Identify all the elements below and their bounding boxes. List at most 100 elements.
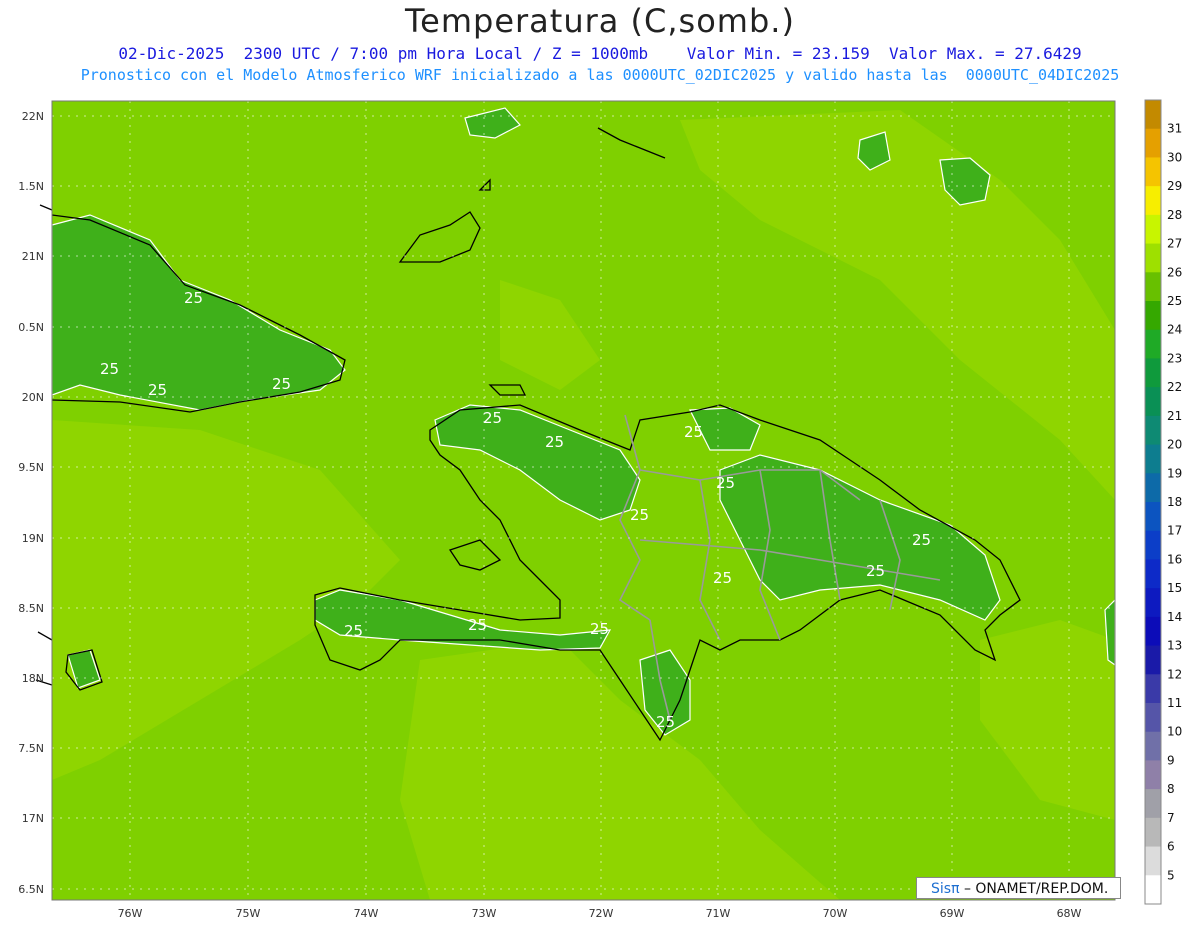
- colorbar-swatch: [1145, 444, 1161, 474]
- colorbar-swatch: [1145, 875, 1161, 905]
- contour-label: 25: [713, 569, 732, 587]
- colorbar-swatch: [1145, 157, 1161, 187]
- contour-label: 25: [630, 506, 649, 524]
- contour-label: 25: [866, 562, 885, 580]
- lat-label: 20N: [22, 391, 44, 404]
- contour-label: 25: [684, 423, 703, 441]
- colorbar-label: 19: [1167, 466, 1182, 480]
- colorbar-swatch: [1145, 588, 1161, 618]
- colorbar-label: 21: [1167, 409, 1182, 423]
- lat-label: 21N: [22, 250, 44, 263]
- lon-label: 75W: [236, 907, 261, 920]
- colorbar-label: 11: [1167, 696, 1182, 710]
- colorbar-swatch: [1145, 473, 1161, 503]
- credit-badge: Sisπ – ONAMET/REP.DOM.: [916, 877, 1121, 899]
- lat-label: 8.5N: [18, 602, 44, 615]
- lon-label: 74W: [354, 907, 379, 920]
- lat-label: 19N: [22, 532, 44, 545]
- colorbar-label: 17: [1167, 524, 1182, 538]
- colorbar-swatch: [1145, 645, 1161, 675]
- colorbar-swatch: [1145, 559, 1161, 589]
- colorbar-swatch: [1145, 358, 1161, 388]
- colorbar-label: 31: [1167, 122, 1182, 136]
- lon-label: 68W: [1057, 907, 1082, 920]
- colorbar-swatch: [1145, 817, 1161, 848]
- lat-label: 17N: [22, 812, 44, 825]
- colorbar-label: 25: [1167, 294, 1182, 308]
- credit-text: – ONAMET/REP.DOM.: [963, 881, 1109, 897]
- colorbar-swatch: [1145, 846, 1161, 876]
- colorbar-swatch: [1145, 703, 1161, 733]
- colorbar-label: 5: [1167, 868, 1175, 882]
- colorbar-swatch: [1145, 530, 1161, 560]
- colorbar-label: 10: [1167, 725, 1182, 739]
- lat-label: 7.5N: [18, 742, 44, 755]
- contour-label: 25: [100, 360, 119, 378]
- colorbar-swatch: [1145, 272, 1161, 302]
- lat-label: 18N: [22, 672, 44, 685]
- colorbar-label: 24: [1167, 323, 1182, 337]
- colorbar-label: 23: [1167, 351, 1182, 365]
- contour-label: 25: [716, 474, 735, 492]
- colorbar-swatch: [1145, 731, 1161, 761]
- contour-label: 25: [912, 531, 931, 549]
- lat-label: 22N: [22, 110, 44, 123]
- colorbar-swatch: [1145, 789, 1161, 819]
- colorbar: [1144, 99, 1162, 905]
- colorbar-swatch: [1145, 502, 1161, 532]
- colorbar-labels: 31 30 29 28 27 26 25 24 23 22 21 20 19 18 17 16 15 14 13 12…: [1167, 122, 1182, 883]
- colorbar-label: 29: [1167, 179, 1182, 193]
- lon-label: 73W: [472, 907, 497, 920]
- colorbar-label: 22: [1167, 380, 1182, 394]
- colorbar-swatch: [1145, 128, 1161, 158]
- colorbar-swatch: [1145, 243, 1161, 273]
- longitude-axis: 76W 75W 74W 73W 72W 71W 70W 69W 68W: [118, 907, 1082, 920]
- contour-label: 25: [344, 622, 363, 640]
- sispi-logo: Sisπ: [931, 881, 960, 897]
- temperature-map: 25 25 25 25 25 25 25 25 25 25 25 25 25 2…: [18, 99, 1182, 920]
- colorbar-label: 26: [1167, 265, 1182, 279]
- colorbar-label: 12: [1167, 667, 1182, 681]
- contour-label: 25: [545, 433, 564, 451]
- lat-label: 6.5N: [18, 883, 44, 896]
- colorbar-swatch: [1145, 214, 1161, 245]
- colorbar-swatch: [1145, 674, 1161, 704]
- lon-label: 69W: [940, 907, 965, 920]
- colorbar-label: 18: [1167, 495, 1182, 509]
- lon-label: 70W: [823, 907, 848, 920]
- colorbar-label: 30: [1167, 150, 1182, 164]
- colorbar-label: 20: [1167, 438, 1182, 452]
- lat-label: 1.5N: [18, 180, 44, 193]
- colorbar-label: 9: [1167, 753, 1175, 767]
- colorbar-label: 6: [1167, 840, 1175, 854]
- colorbar-swatch: [1145, 387, 1161, 417]
- colorbar-swatch: [1145, 760, 1161, 790]
- colorbar-swatch: [1145, 100, 1161, 130]
- colorbar-swatch: [1145, 301, 1161, 331]
- lon-label: 71W: [706, 907, 731, 920]
- lat-label: 9.5N: [18, 461, 44, 474]
- colorbar-swatch: [1145, 616, 1161, 647]
- colorbar-label: 28: [1167, 208, 1182, 222]
- contour-label: 25: [590, 620, 609, 638]
- colorbar-label: 14: [1167, 610, 1182, 624]
- lat-label: 0.5N: [18, 321, 44, 334]
- lon-label: 72W: [589, 907, 614, 920]
- contour-label: 25: [272, 375, 291, 393]
- colorbar-label: 16: [1167, 552, 1182, 566]
- colorbar-label: 7: [1167, 811, 1175, 825]
- colorbar-swatch: [1145, 329, 1161, 359]
- contour-label: 25: [656, 713, 675, 731]
- contour-label: 25: [184, 289, 203, 307]
- lon-label: 76W: [118, 907, 143, 920]
- colorbar-swatch: [1145, 186, 1161, 216]
- colorbar-swatch: [1145, 415, 1161, 446]
- colorbar-label: 15: [1167, 581, 1182, 595]
- colorbar-label: 27: [1167, 237, 1182, 251]
- contour-label: 25: [483, 409, 502, 427]
- latitude-axis: 22N 1.5N 21N 0.5N 20N 9.5N 19N 8.5N 18N …: [18, 110, 44, 896]
- colorbar-label: 8: [1167, 782, 1175, 796]
- contour-label: 25: [468, 616, 487, 634]
- contour-label: 25: [148, 381, 167, 399]
- colorbar-label: 13: [1167, 639, 1182, 653]
